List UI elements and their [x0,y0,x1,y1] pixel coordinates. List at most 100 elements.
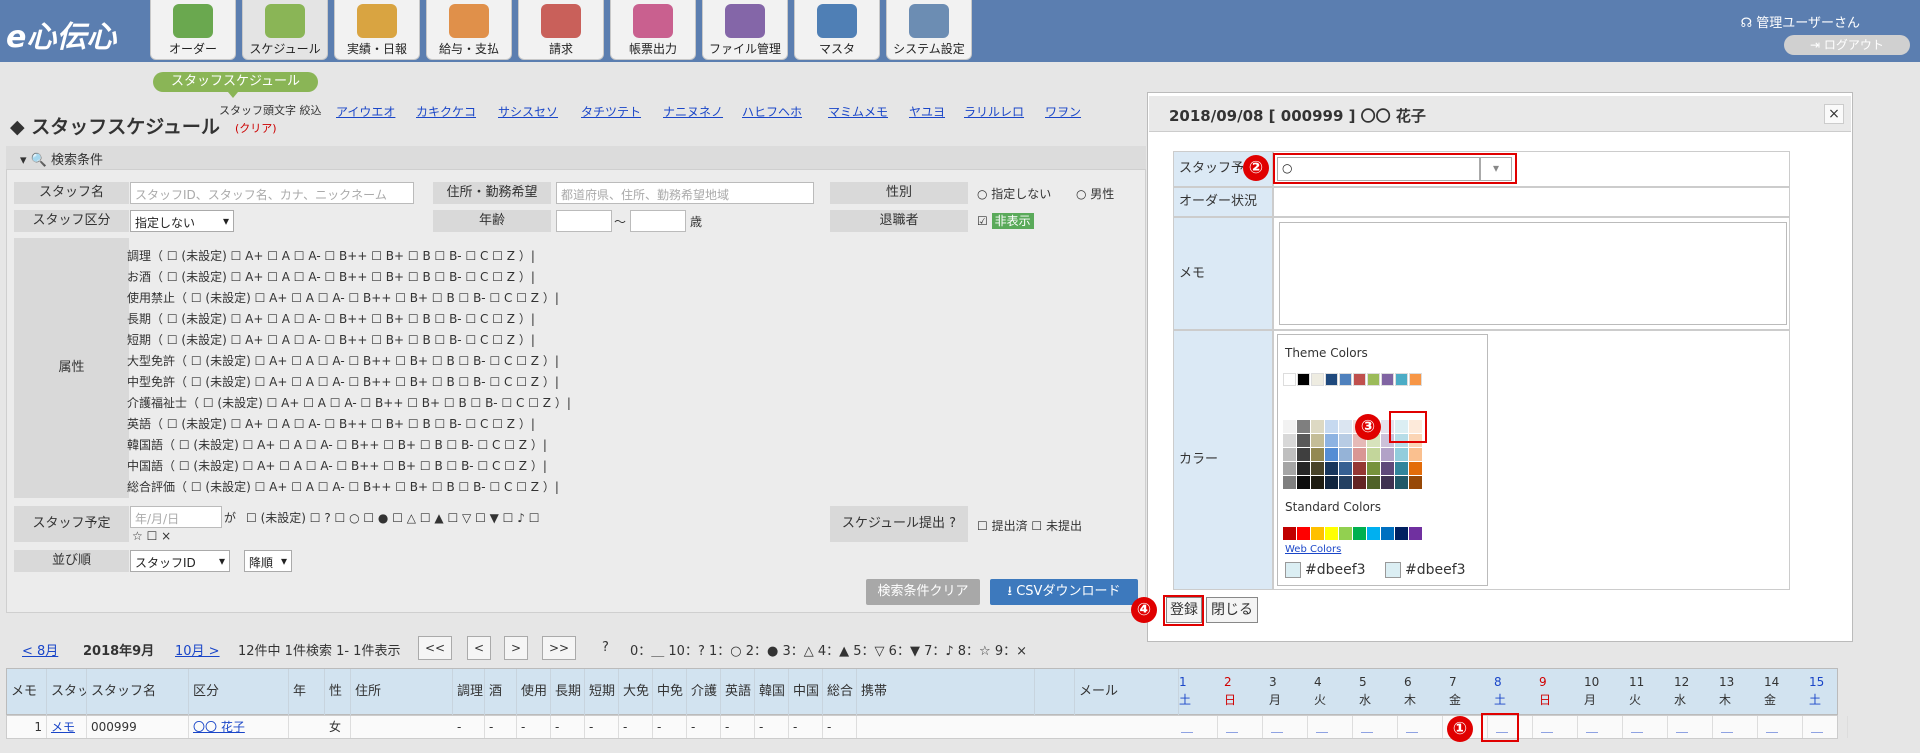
color-swatch[interactable] [1325,476,1338,489]
color-swatch[interactable] [1339,434,1352,447]
schedule-cell[interactable]: ＿ [1758,716,1803,738]
nav-tab-4[interactable]: 給与・支払 [426,0,512,60]
nav-tab-2[interactable]: スケジュール [242,0,328,60]
color-swatch[interactable] [1395,476,1408,489]
color-swatch[interactable] [1311,527,1324,540]
color-swatch[interactable] [1353,527,1366,540]
staff-class-select[interactable]: 指定しない ▾ [130,210,234,232]
dialog-close-icon[interactable]: × [1824,104,1844,124]
kana-link[interactable]: マミムメモ [828,103,888,120]
kana-link[interactable]: タチツテト [581,103,641,120]
color-swatch[interactable] [1381,527,1394,540]
attribute-row[interactable]: 中型免許（ ☐ (未設定) ☐ A+ ☐ A ☐ A- ☐ B++ ☐ B+ ☐… [127,373,559,390]
color-swatch[interactable] [1339,476,1352,489]
kana-link[interactable]: ヤユヨ [909,103,945,120]
attribute-row[interactable]: 総合評価（ ☐ (未設定) ☐ A+ ☐ A ☐ A- ☐ B++ ☐ B+ ☐… [127,478,559,495]
plan-date-input[interactable]: 年/月/日 [130,506,222,528]
app-logo[interactable]: e心伝心 [6,12,116,56]
age-to-input[interactable] [630,210,686,232]
attribute-row[interactable]: 長期（ ☐ (未設定) ☐ A+ ☐ A ☐ A- ☐ B++ ☐ B+ ☐ B… [127,310,535,327]
color-swatch[interactable] [1297,527,1310,540]
color-swatch[interactable] [1339,420,1352,433]
color-swatch[interactable] [1311,420,1324,433]
color-swatch[interactable] [1395,373,1408,386]
schedule-cell[interactable]: ＿ [1218,716,1263,738]
color-swatch[interactable] [1353,462,1366,475]
schedule-cell[interactable]: ＿ [1398,716,1443,738]
gender-any-radio[interactable]: ○ 指定しない [977,185,1051,202]
nav-tab-1[interactable]: オーダー [150,0,236,60]
kana-link[interactable]: サシスセソ [498,103,558,120]
color-swatch[interactable] [1409,476,1422,489]
subnav-staff-schedule[interactable]: スタッフスケジュール [153,72,318,92]
color-swatch[interactable] [1311,476,1324,489]
attribute-row[interactable]: 大型免許（ ☐ (未設定) ☐ A+ ☐ A ☐ A- ☐ B++ ☐ B+ ☐… [127,352,559,369]
color-swatch[interactable] [1353,373,1366,386]
schedule-cell[interactable]: ＿ [1533,716,1578,738]
kana-link[interactable]: ナニヌネノ [663,103,723,120]
color-swatch[interactable] [1325,434,1338,447]
color-swatch[interactable] [1311,373,1324,386]
kana-link[interactable]: ラリルレロ [964,103,1024,120]
nav-tab-7[interactable]: ファイル管理 [702,0,788,60]
sort-field-select[interactable]: スタッフID ▾ [130,550,230,572]
attribute-row[interactable]: 調理（ ☐ (未設定) ☐ A+ ☐ A ☐ A- ☐ B++ ☐ B+ ☐ B… [127,247,535,264]
first-page-button[interactable]: << [418,636,452,660]
color-swatch[interactable] [1297,373,1310,386]
clear-search-button[interactable]: 検索条件クリア [866,579,980,605]
color-swatch[interactable] [1409,462,1422,475]
attribute-row[interactable]: 介護福祉士（ ☐ (未設定) ☐ A+ ☐ A ☐ A- ☐ B++ ☐ B+ … [127,394,571,411]
color-swatch[interactable] [1339,462,1352,475]
prev-month-link[interactable]: < 8月 [22,640,58,659]
memo-link[interactable]: メモ [47,716,87,738]
color-swatch[interactable] [1325,462,1338,475]
next-page-button[interactable]: > [504,636,528,660]
color-swatch[interactable] [1283,420,1296,433]
color-swatch[interactable] [1283,462,1296,475]
kana-clear-link[interactable]: (クリア) [235,120,277,136]
color-swatch[interactable] [1339,448,1352,461]
age-from-input[interactable] [556,210,612,232]
kana-link[interactable]: ハヒフヘホ [742,103,802,120]
color-swatch[interactable] [1297,476,1310,489]
color-swatch[interactable] [1381,373,1394,386]
close-dialog-button[interactable]: 閉じる [1206,597,1258,623]
staff-name-input[interactable]: スタッフID、スタッフ名、カナ、ニックネーム [130,182,414,204]
logout-button[interactable]: ⇥ ログアウト [1784,35,1910,55]
color-swatch[interactable] [1395,448,1408,461]
color-swatch[interactable] [1283,448,1296,461]
color-swatch[interactable] [1381,462,1394,475]
attribute-row[interactable]: 中国語（ ☐ (未設定) ☐ A+ ☐ A ☐ A- ☐ B++ ☐ B+ ☐ … [127,457,547,474]
color-swatch[interactable] [1297,448,1310,461]
schedule-cell[interactable]: ＿ [1803,716,1848,738]
schedule-cell[interactable]: ＿ [1713,716,1758,738]
user-name[interactable]: ☊ 管理ユーザーさん [1741,12,1860,31]
nav-tab-6[interactable]: 帳票出力 [610,0,696,60]
attribute-row[interactable]: お酒（ ☐ (未設定) ☐ A+ ☐ A ☐ A- ☐ B++ ☐ B+ ☐ B… [127,268,535,285]
submit-options[interactable]: ☐ 提出済 ☐ 未提出 [977,517,1082,534]
schedule-cell[interactable]: ＿ [1353,716,1398,738]
color-swatch[interactable] [1367,527,1380,540]
kana-link[interactable]: カキクケコ [416,103,476,120]
color-swatch[interactable] [1367,373,1380,386]
color-swatch[interactable] [1381,448,1394,461]
schedule-cell[interactable]: ＿ [1173,716,1218,738]
color-swatch[interactable] [1325,448,1338,461]
color-swatch[interactable] [1283,434,1296,447]
color-swatch[interactable] [1311,434,1324,447]
plan-options-2[interactable]: ☆ ☐ × [132,529,171,543]
attribute-row[interactable]: 英語（ ☐ (未設定) ☐ A+ ☐ A ☐ A- ☐ B++ ☐ B+ ☐ B… [127,415,535,432]
nav-tab-8[interactable]: マスタ [794,0,880,60]
color-swatch[interactable] [1381,476,1394,489]
color-swatch[interactable] [1409,373,1422,386]
attribute-row[interactable]: 使用禁止（ ☐ (未設定) ☐ A+ ☐ A ☐ A- ☐ B++ ☐ B+ ☐… [127,289,559,306]
last-page-button[interactable]: >> [542,636,576,660]
color-swatch[interactable] [1311,448,1324,461]
color-swatch[interactable] [1353,476,1366,489]
search-panel-header[interactable]: ▾ 🔍 検索条件 [6,146,1146,170]
color-swatch[interactable] [1297,434,1310,447]
color-swatch[interactable] [1395,527,1408,540]
color-swatch[interactable] [1367,448,1380,461]
nav-tab-5[interactable]: 請求 [518,0,604,60]
nav-tab-3[interactable]: 実績・日報 [334,0,420,60]
